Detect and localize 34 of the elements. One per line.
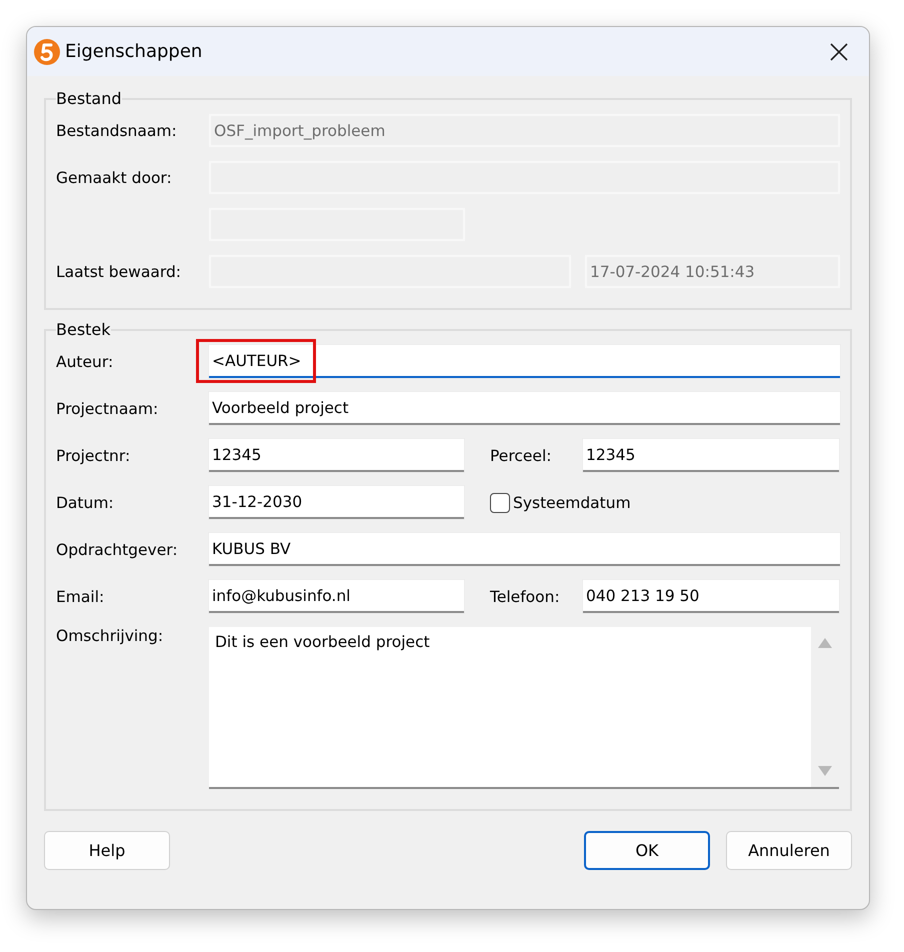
dialog-button[interactable]: Annuleren bbox=[726, 831, 852, 870]
field-label: Email: bbox=[56, 588, 106, 606]
scroll-down-icon[interactable] bbox=[817, 765, 833, 777]
field-label: Datum: bbox=[56, 494, 115, 512]
scroll-up-icon[interactable] bbox=[817, 637, 833, 649]
field-label: Projectnr: bbox=[56, 446, 132, 464]
text-field[interactable]: info@kubusinfo.nl bbox=[209, 580, 464, 613]
text-area[interactable]: Dit is een voorbeeld project bbox=[209, 627, 839, 789]
window-title: Eigenschappen bbox=[65, 41, 204, 62]
app-logo-icon bbox=[33, 38, 61, 66]
field-label: Projectnaam: bbox=[56, 400, 160, 418]
text-field[interactable]: 12345 bbox=[583, 439, 839, 472]
text-field[interactable]: 040 213 19 50 bbox=[583, 580, 839, 613]
text-field[interactable]: 31-12-2030 bbox=[209, 486, 464, 519]
field-label: Telefoon: bbox=[490, 588, 561, 606]
group-title: Bestand bbox=[56, 89, 122, 108]
text-area-value: Dit is een voorbeeld project bbox=[214, 632, 431, 653]
text-field[interactable]: KUBUS BV bbox=[209, 533, 840, 566]
dialog-button[interactable]: OK bbox=[584, 831, 710, 870]
text-field[interactable]: <AUTEUR> bbox=[209, 345, 840, 378]
close-icon[interactable] bbox=[829, 42, 849, 62]
field-label: Gemaakt door: bbox=[56, 168, 173, 186]
text-field[interactable]: Voorbeeld project bbox=[209, 392, 840, 425]
checkbox[interactable] bbox=[490, 492, 510, 512]
field-label: Laatst bewaard: bbox=[56, 262, 182, 280]
field-label: Bestandsnaam: bbox=[56, 122, 178, 140]
field-label: Omschrijving: bbox=[56, 627, 164, 645]
field-label: Opdrachtgever: bbox=[56, 540, 179, 558]
field-label: Perceel: bbox=[490, 446, 552, 464]
group-title: Bestek bbox=[56, 320, 111, 339]
checkbox-label[interactable]: Systeemdatum bbox=[513, 494, 631, 512]
text-field[interactable]: 12345 bbox=[209, 439, 464, 472]
field-label: Auteur: bbox=[56, 352, 114, 370]
dialog-button[interactable]: Help bbox=[44, 831, 170, 870]
